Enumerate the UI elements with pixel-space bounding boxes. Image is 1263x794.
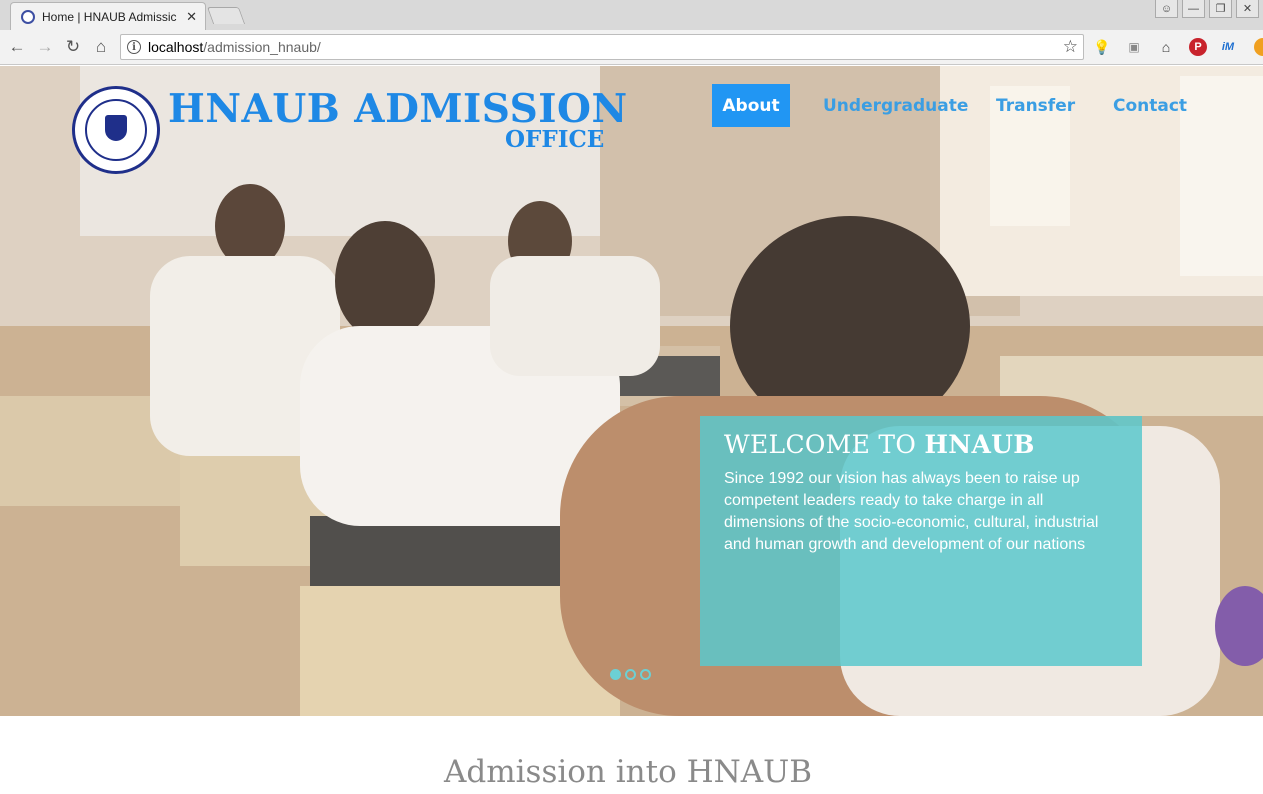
url-path: /admission_hnaub/ [203,39,321,55]
slider-dot[interactable] [640,669,651,680]
forward-arrow-icon[interactable]: → [34,36,56,58]
welcome-description: Since 1992 our vision has always been to… [724,470,1099,553]
close-window-button[interactable]: ✕ [1236,0,1259,18]
address-bar[interactable]: i localhost /admission_hnaub/ ☆ [120,34,1084,60]
tab-close-icon[interactable]: ✕ [186,9,197,25]
restore-button[interactable]: ❐ [1209,0,1232,18]
browser-tab[interactable]: Home | HNAUB Admissic ✕ [10,2,206,30]
site-info-icon[interactable]: i [127,40,141,54]
welcome-heading: WELCOME TO HNAUB [724,430,1118,459]
welcome-heading-name: HNAUB [924,430,1035,459]
camera-extension-icon[interactable]: ▣ [1125,38,1143,56]
site-brand-subtitle[interactable]: OFFICE [505,126,604,153]
back-arrow-icon[interactable]: ← [6,36,28,58]
slider-pagination [610,669,651,680]
slider-dot[interactable] [610,669,621,680]
lightbulb-extension-icon[interactable]: 💡 [1093,38,1111,56]
nav-contact[interactable]: Contact [1113,96,1187,116]
tab-title: Home | HNAUB Admissic [42,9,177,24]
browser-toolbar: ← → ↻ ⌂ i localhost /admission_hnaub/ ☆ … [0,30,1263,65]
welcome-caption-panel: WELCOME TO HNAUB Since 1992 our vision h… [700,416,1142,666]
hero-banner: HNAUB ADMISSION OFFICE About Undergradua… [0,66,1263,716]
university-seal-logo[interactable] [72,86,160,174]
welcome-heading-prefix: WELCOME TO [724,430,925,459]
bookmark-star-icon[interactable]: ☆ [1063,37,1078,57]
new-tab-button[interactable] [206,7,246,24]
reload-icon[interactable]: ↻ [62,36,84,58]
slider-dot[interactable] [625,669,636,680]
url-host: localhost [148,39,204,55]
site-favicon-icon [21,9,35,24]
home-extension-icon[interactable]: ⌂ [1157,38,1175,56]
minimize-button[interactable]: — [1182,0,1205,18]
admission-section-heading: Admission into HNAUB [444,754,813,790]
browser-tab-strip: Home | HNAUB Admissic ✕ ☺ — ❐ ✕ [0,0,1263,30]
pinterest-icon[interactable]: P [1189,38,1207,56]
nav-transfer[interactable]: Transfer [996,96,1075,116]
home-icon[interactable]: ⌂ [90,36,112,58]
profile-icon[interactable]: ☺ [1155,0,1178,18]
extension-overflow-icon[interactable] [1254,38,1263,56]
window-controls: ☺ — ❐ ✕ [1155,0,1259,18]
nav-undergraduate[interactable]: Undergraduate [823,96,968,116]
seal-shield-icon [85,99,147,161]
ima-extension-icon[interactable]: iM [1219,38,1237,56]
nav-about[interactable]: About [712,84,790,127]
